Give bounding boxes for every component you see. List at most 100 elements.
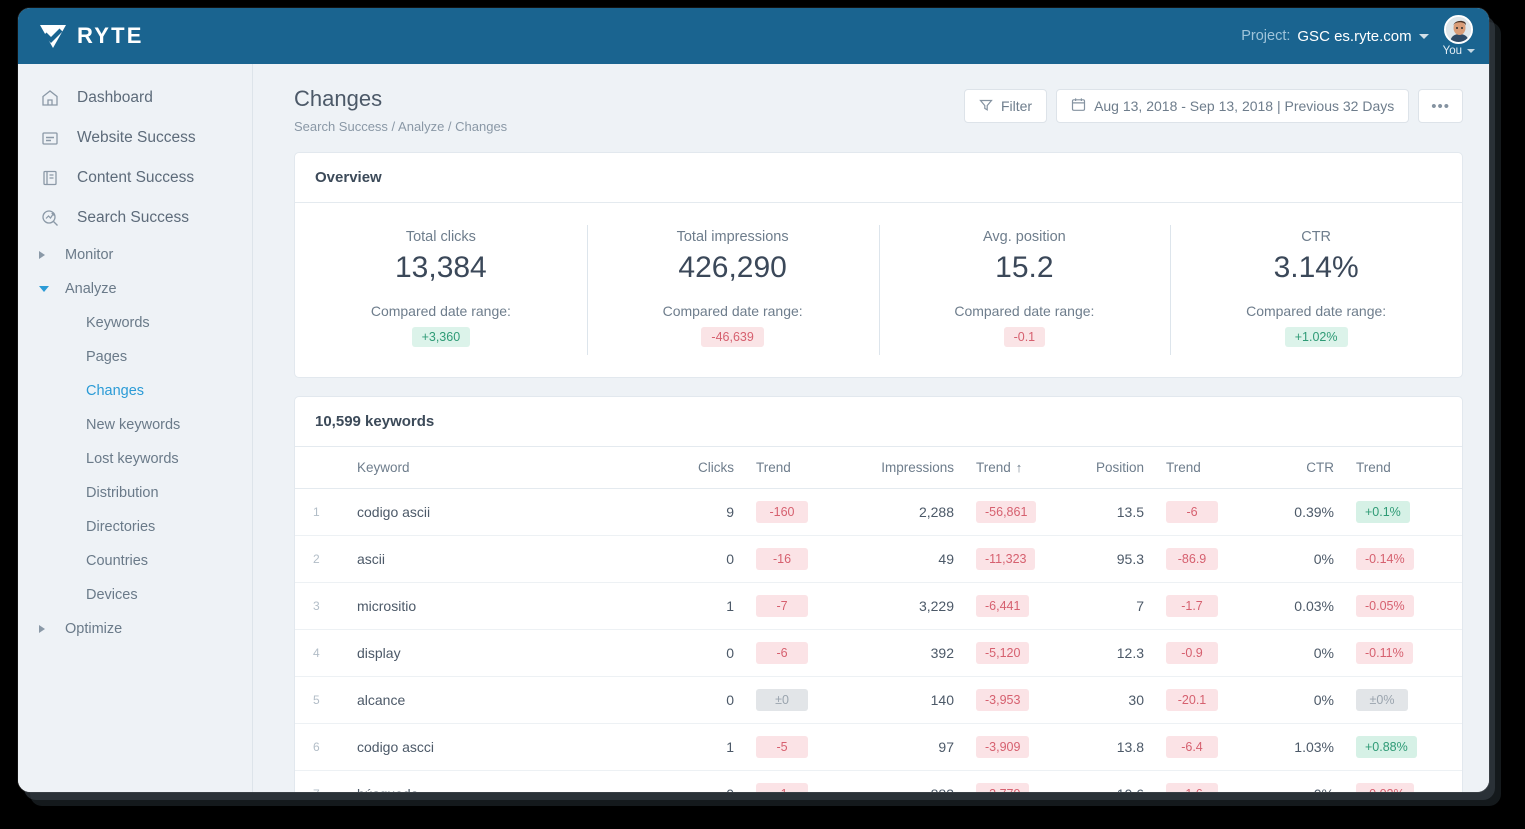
col-clicks[interactable]: Clicks <box>664 447 742 490</box>
table-header-row: Keyword Clicks Trend Impressions Trend ↑ … <box>295 447 1462 490</box>
sidebar-item-lost-keywords[interactable]: Lost keywords <box>18 442 252 476</box>
ctr-cell: 0% <box>1264 535 1342 584</box>
sidebar-item-changes[interactable]: Changes <box>18 374 252 408</box>
trend-badge: -3,953 <box>976 689 1030 712</box>
ellipsis-icon: ••• <box>1431 97 1450 115</box>
keyword-cell[interactable]: alcance <box>343 676 664 725</box>
keywords-table: Keyword Clicks Trend Impressions Trend ↑ … <box>295 447 1462 792</box>
page-header: Changes Search Success / Analyze / Chang… <box>253 64 1489 134</box>
row-index: 2 <box>295 535 343 584</box>
sidebar-group-optimize[interactable]: Optimize <box>18 612 252 646</box>
filter-icon <box>979 98 993 115</box>
chevron-down-icon <box>1418 33 1429 39</box>
col-keyword[interactable]: Keyword <box>343 447 664 490</box>
keyword-cell[interactable]: micrositio <box>343 582 664 631</box>
col-impressions-trend[interactable]: Trend ↑ <box>962 447 1074 490</box>
trend-badge: -1.6 <box>1166 783 1218 792</box>
table-row[interactable]: 2 ascii 0 -16 49 -11,323 95.3 -86.9 0% -0.14% <box>295 535 1462 584</box>
sidebar-item-pages[interactable]: Pages <box>18 340 252 374</box>
impressions-trend-cell: -11,323 <box>962 535 1074 584</box>
sidebar-item-content-success[interactable]: Content Success <box>18 158 252 198</box>
col-ctr-trend[interactable]: Trend <box>1342 447 1462 490</box>
col-clicks-trend[interactable]: Trend <box>742 447 854 490</box>
trend-badge: -160 <box>756 501 808 524</box>
sidebar-item-directories[interactable]: Directories <box>18 510 252 544</box>
keyword-cell[interactable]: ascii <box>343 535 664 584</box>
position-trend-cell: -6.4 <box>1152 723 1264 772</box>
clicks-cell: 9 <box>664 488 742 537</box>
table-row[interactable]: 6 codigo ascci 1 -5 97 -3,909 13.8 -6.4 1.03% +0.… <box>295 723 1462 772</box>
chevron-down-icon <box>39 286 65 292</box>
project-selector[interactable]: Project: GSC es.ryte.com <box>1241 28 1429 45</box>
trend-badge: +0.1% <box>1356 501 1410 524</box>
sidebar-item-label: Countries <box>86 553 149 569</box>
overview-title: Overview <box>295 153 1462 204</box>
row-index: 4 <box>295 629 343 678</box>
topbar-right-controls: Project: GSC es.ryte.com You <box>1241 8 1475 64</box>
sidebar-group-label: Optimize <box>65 621 123 637</box>
table-row[interactable]: 7búsqueda0 -1 883 -3,779 10.6 -1.6 0% -0.02% <box>295 771 1462 792</box>
sidebar-group-monitor[interactable]: Monitor <box>18 238 252 272</box>
position-cell: 7 <box>1074 582 1152 631</box>
sidebar-item-dashboard[interactable]: Dashboard <box>18 78 252 118</box>
sidebar-item-new-keywords[interactable]: New keywords <box>18 408 252 442</box>
sidebar-item-label: Devices <box>86 587 138 603</box>
sidebar-item-devices[interactable]: Devices <box>18 578 252 612</box>
kpi-value: 3.14% <box>1273 251 1359 285</box>
sidebar-item-distribution[interactable]: Distribution <box>18 476 252 510</box>
sidebar-item-website-success[interactable]: Website Success <box>18 118 252 158</box>
keyword-cell[interactable]: codigo ascci <box>343 723 664 772</box>
table-row[interactable]: 1 codigo ascii 9 -160 2,288 -56,861 13.5 -6 0.39… <box>295 488 1462 537</box>
trend-badge: -6.4 <box>1166 736 1218 759</box>
sidebar-item-label: Dashboard <box>77 89 153 106</box>
trend-badge: ±0 <box>756 689 808 712</box>
sidebar-item-keywords[interactable]: Keywords <box>18 306 252 340</box>
position-trend-cell: -1.6 <box>1152 771 1264 792</box>
row-index: 5 <box>295 676 343 725</box>
clicks-trend-cell: -6 <box>742 629 854 678</box>
keyword-cell[interactable]: búsqueda <box>343 771 664 792</box>
col-ctr[interactable]: CTR <box>1264 447 1342 490</box>
table-row[interactable]: 3 micrositio 1 -7 3,229 -6,441 7 -1.7 0.03% -0.05… <box>295 582 1462 631</box>
ctr-cell: 1.03% <box>1264 723 1342 772</box>
keyword-cell[interactable]: codigo ascii <box>343 488 664 537</box>
ctr-cell: 0% <box>1264 629 1342 678</box>
filter-button[interactable]: Filter <box>963 89 1048 123</box>
keyword-cell[interactable]: display <box>343 629 664 678</box>
clicks-trend-cell: -16 <box>742 535 854 584</box>
kpi-delta-badge: +3,360 <box>411 327 471 348</box>
sidebar-item-countries[interactable]: Countries <box>18 544 252 578</box>
user-menu[interactable]: You <box>1443 15 1475 57</box>
col-position-trend[interactable]: Trend <box>1152 447 1264 490</box>
ctr-trend-cell: -0.11% <box>1342 629 1462 678</box>
table-row[interactable]: 5 alcance 0 ±0 140 -3,953 30 -20.1 0% ±0% <box>295 676 1462 725</box>
table-row[interactable]: 4 display 0 -6 392 -5,120 12.3 -0.9 0% -0.11% <box>295 629 1462 678</box>
project-label: Project: <box>1241 28 1291 44</box>
table-header: Keyword Clicks Trend Impressions Trend ↑ … <box>295 447 1462 490</box>
impressions-cell: 140 <box>854 676 962 725</box>
trend-badge: -3,909 <box>976 736 1030 759</box>
trend-badge: -16 <box>756 548 808 571</box>
page-title-block: Changes Search Success / Analyze / Chang… <box>294 86 507 134</box>
kpi-row: Total clicks 13,384 Compared date range:… <box>295 203 1462 377</box>
clicks-cell: 0 <box>664 535 742 584</box>
ctr-cell: 0% <box>1264 676 1342 725</box>
kpi-compared-label: Compared date range: <box>662 303 803 320</box>
chevron-right-icon <box>39 251 65 259</box>
trend-badge: -1.7 <box>1166 595 1218 618</box>
date-range-button[interactable]: Aug 13, 2018 - Sep 13, 2018 | Previous 3… <box>1056 89 1410 123</box>
ctr-cell: 0.39% <box>1264 488 1342 537</box>
kpi-value: 15.2 <box>995 251 1054 285</box>
ctr-trend-cell: -0.05% <box>1342 582 1462 631</box>
more-options-button[interactable]: ••• <box>1418 89 1463 123</box>
sidebar-item-search-success[interactable]: Search Success <box>18 198 252 238</box>
overview-card: Overview Total clicks 13,384 Compared da… <box>294 152 1463 379</box>
chevron-right-icon <box>39 625 65 633</box>
col-position[interactable]: Position <box>1074 447 1152 490</box>
ryte-logo[interactable]: RYTE <box>38 23 144 50</box>
col-impressions[interactable]: Impressions <box>854 447 962 490</box>
kpi-label: CTR <box>1301 229 1332 246</box>
sidebar-group-analyze[interactable]: Analyze <box>18 272 252 306</box>
kpi-avg-position: Avg. position 15.2 Compared date range: … <box>878 225 1171 356</box>
row-index: 1 <box>295 488 343 537</box>
